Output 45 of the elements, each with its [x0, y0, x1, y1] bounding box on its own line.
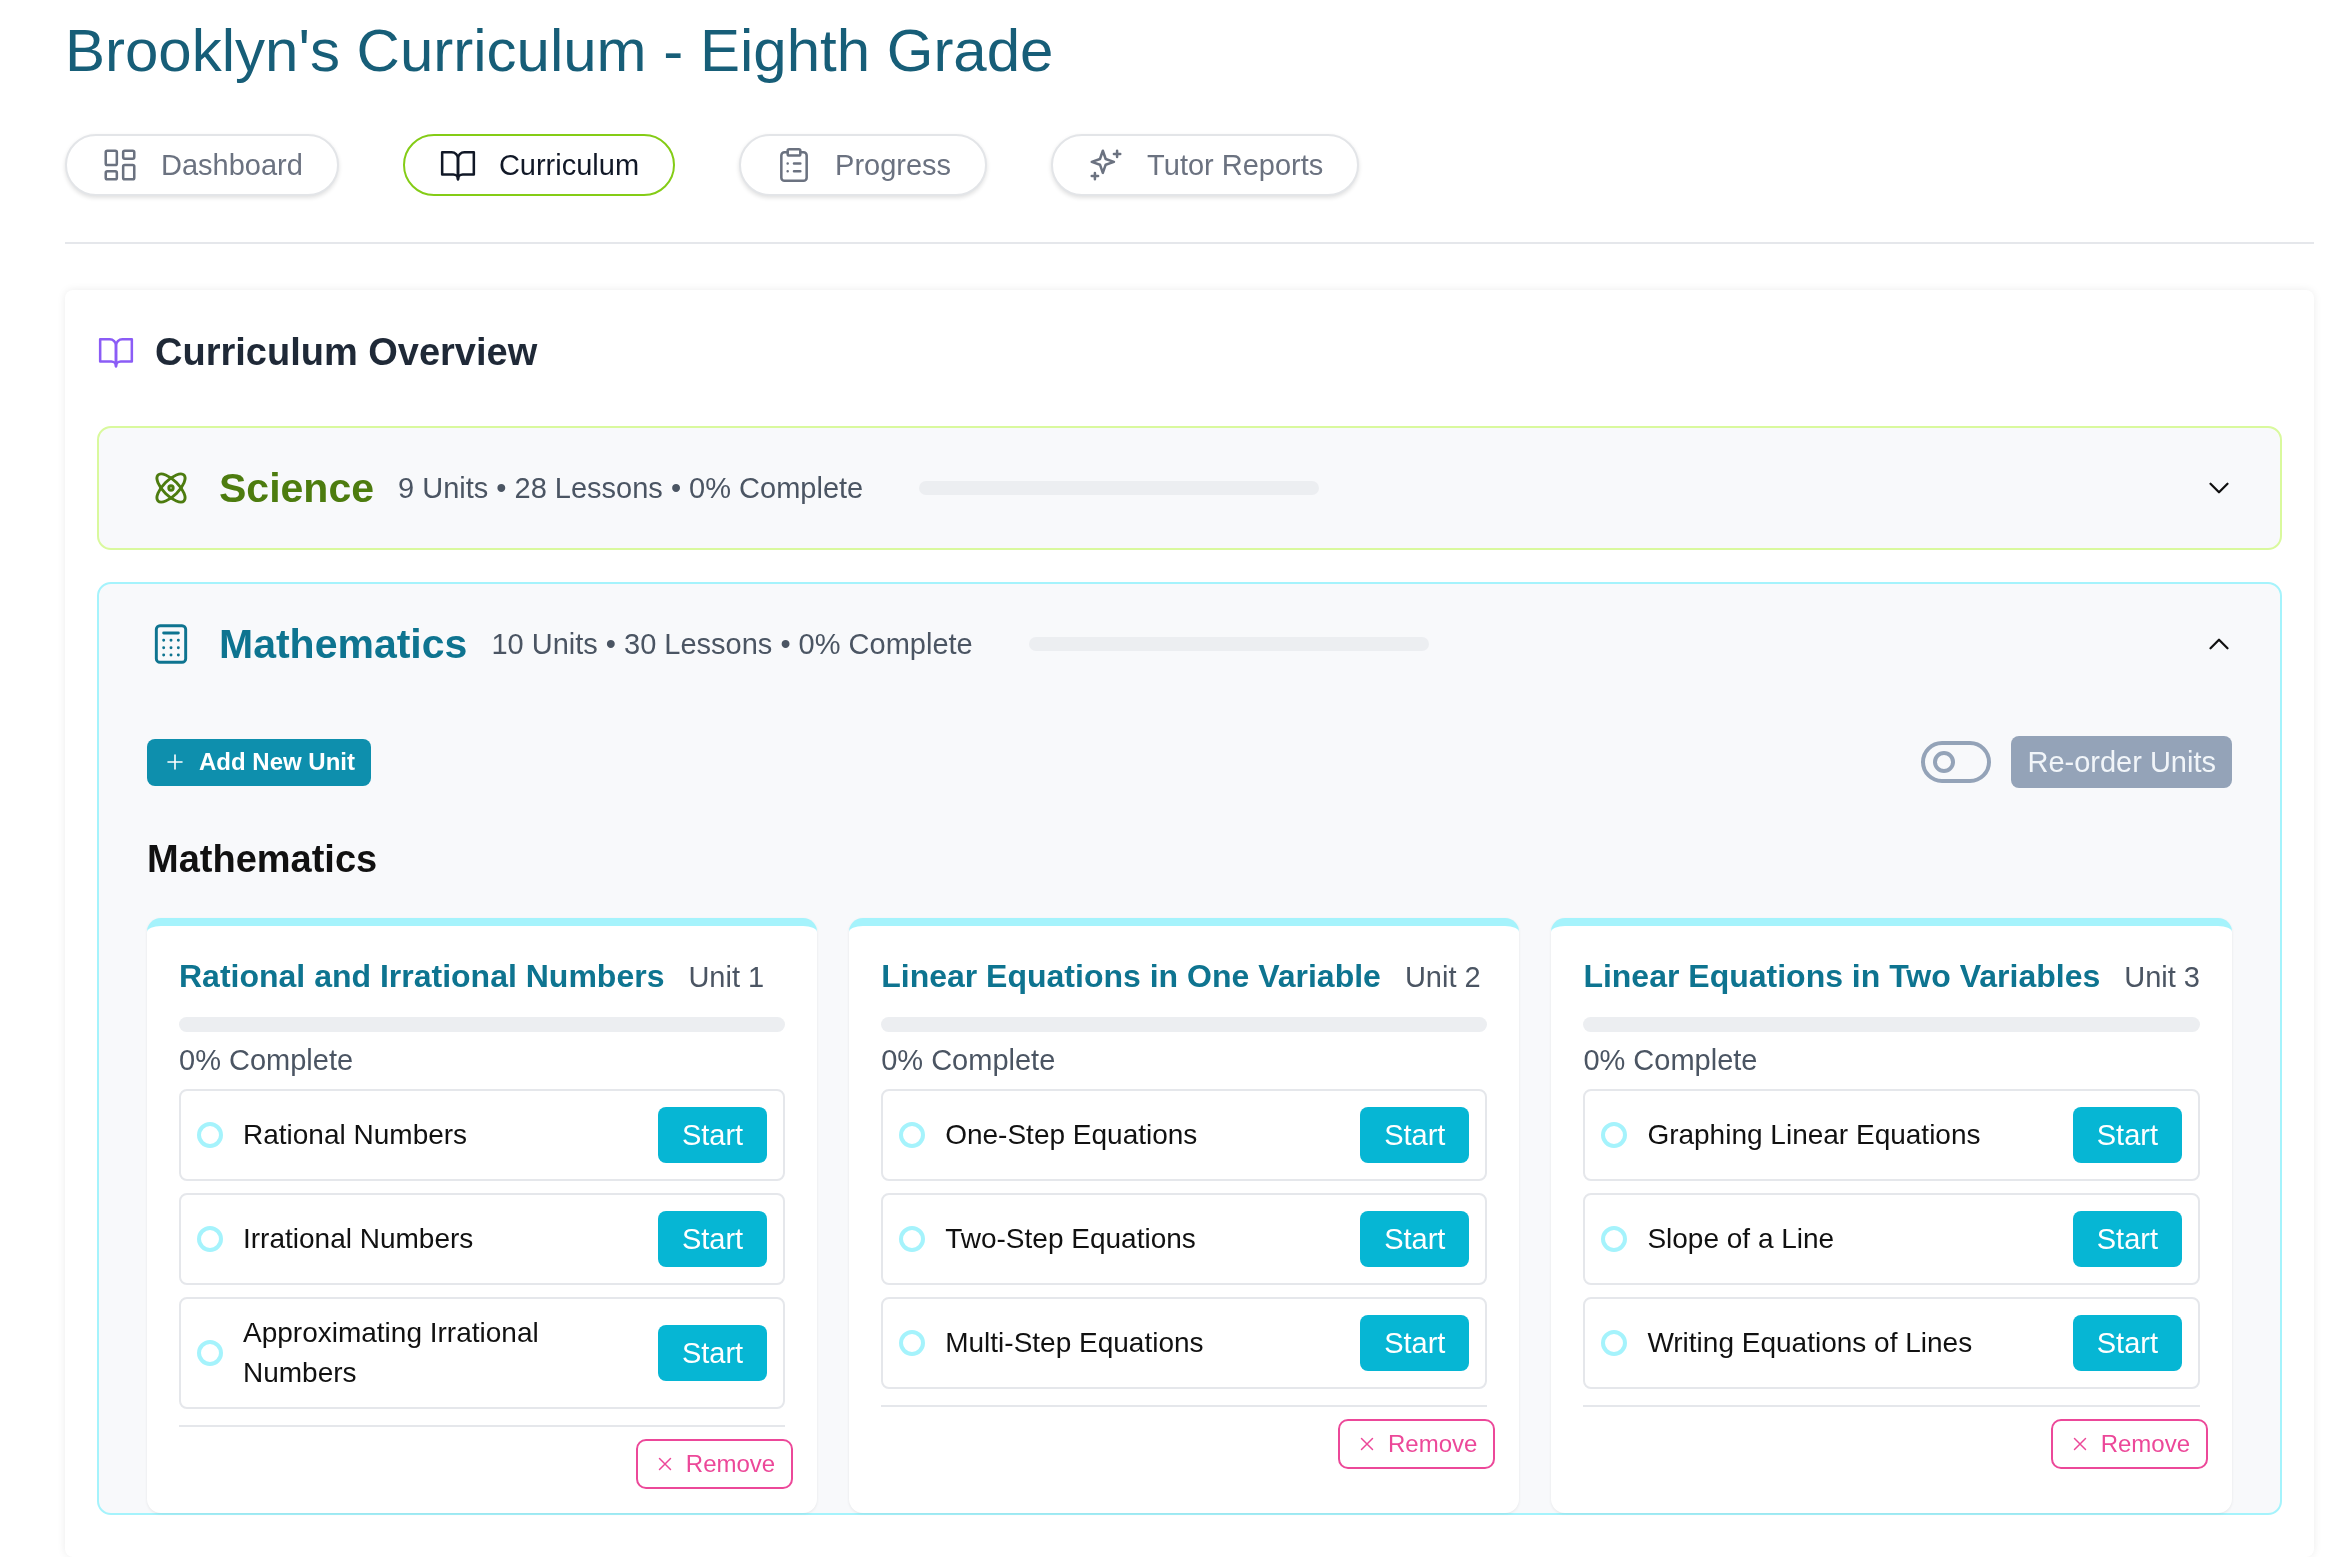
lesson-name: Writing Equations of Lines	[1647, 1326, 1974, 1360]
start-button[interactable]: Start	[2072, 1211, 2182, 1267]
lesson-name: One-Step Equations	[945, 1118, 1199, 1152]
subject-stats: 9 Units • 28 Lessons • 0% Complete	[398, 471, 864, 505]
lesson-name: Slope of a Line	[1647, 1222, 1836, 1256]
start-button[interactable]: Start	[2072, 1315, 2182, 1371]
start-button[interactable]: Start	[1360, 1211, 1470, 1267]
remove-button[interactable]: Remove	[1338, 1419, 1496, 1469]
lesson-name: Approximating Irrational Numbers	[243, 1316, 540, 1390]
section-title: Curriculum Overview	[155, 330, 538, 374]
start-button[interactable]: Start	[657, 1107, 768, 1163]
lesson-name: Two-Step Equations	[945, 1222, 1197, 1256]
progress-text: 0% Complete	[1583, 1044, 1759, 1077]
subject-stats: 10 Units • 30 Lessons • 0% Complete	[491, 627, 973, 661]
unit-number: Unit 2	[1404, 961, 1481, 994]
tab[interactable]: Tutor Reports	[1051, 134, 1360, 196]
lesson-name: Graphing Linear Equations	[1647, 1118, 1982, 1152]
start-button[interactable]: Start	[657, 1211, 768, 1267]
units-heading: Mathematics	[147, 838, 379, 882]
grid-icon	[101, 146, 139, 184]
tab[interactable]: Progress	[739, 134, 988, 196]
reorder-toggle[interactable]	[1921, 741, 1992, 783]
unit-number: Unit 1	[688, 961, 765, 994]
progress-text: 0% Complete	[881, 1044, 1057, 1077]
tab[interactable]: Dashboard	[65, 134, 339, 196]
remove-button[interactable]: Remove	[635, 1439, 794, 1489]
reorder-button[interactable]: Re-order Units	[2011, 736, 2232, 788]
progress-text: 0% Complete	[179, 1044, 355, 1077]
start-button[interactable]: Start	[1360, 1107, 1470, 1163]
add-unit-button[interactable]: Add New Unit	[147, 738, 371, 786]
remove-button[interactable]: Remove	[2050, 1419, 2208, 1469]
unit-title: Linear Equations in One Variable	[881, 958, 1381, 995]
start-button[interactable]: Start	[657, 1325, 768, 1381]
lesson-name: Rational Numbers	[243, 1118, 469, 1152]
subject-name: Science	[219, 464, 374, 512]
page-title: Brooklyn's Curriculum - Eighth Grade	[65, 16, 1055, 86]
start-button[interactable]: Start	[2072, 1107, 2182, 1163]
unit-title: Linear Equations in Two Variables	[1583, 958, 2101, 995]
lesson-name: Irrational Numbers	[243, 1222, 475, 1256]
start-button[interactable]: Start	[1360, 1315, 1470, 1371]
unit-title: Rational and Irrational Numbers	[179, 958, 665, 995]
tab[interactable]: Curriculum	[402, 134, 676, 196]
subject-name: Mathematics	[219, 620, 468, 668]
lesson-name: Multi-Step Equations	[945, 1326, 1205, 1360]
unit-number: Unit 3	[2124, 961, 2200, 994]
